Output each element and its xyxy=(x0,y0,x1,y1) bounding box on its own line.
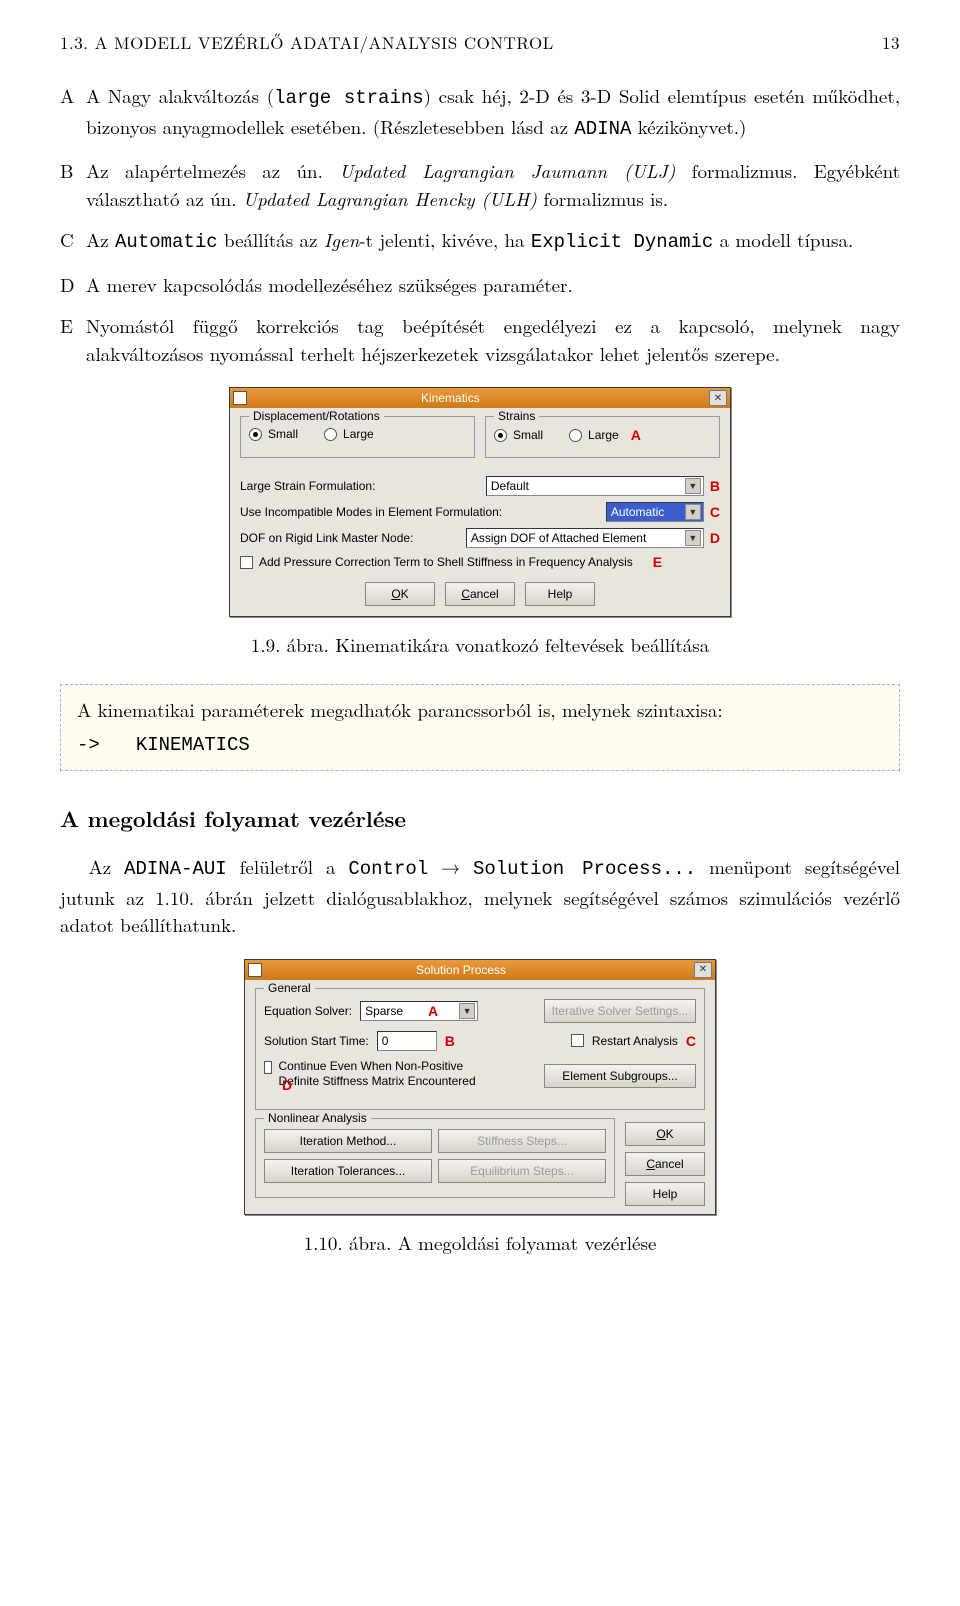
window-icon xyxy=(233,391,247,405)
solution-title: Solution Process xyxy=(266,963,506,977)
help-button[interactable]: Help xyxy=(525,582,595,606)
continue-checkbox[interactable] xyxy=(264,1061,272,1074)
header-section: 1.3. A MODELL VEZÉRLŐ ADATAI/ANALYSIS CO… xyxy=(60,30,554,54)
caption-solution: 1.10. ábra. A megoldási folyamat vezérlé… xyxy=(60,1229,900,1256)
iteration-method-button[interactable]: Iteration Method... xyxy=(264,1129,432,1153)
annot-sp-a: A xyxy=(428,1003,438,1019)
iteration-tolerances-button[interactable]: Iteration Tolerances... xyxy=(264,1159,432,1183)
solution-titlebar[interactable]: Solution Process ✕ xyxy=(245,960,715,980)
continue-label: Continue Even When Non-Positive Definite… xyxy=(278,1059,475,1089)
disp-large-radio[interactable] xyxy=(324,428,337,441)
annot-c: C xyxy=(710,504,720,520)
restart-checkbox[interactable] xyxy=(571,1034,584,1047)
list-item-a: A A Nagy alakváltozás (large strains) cs… xyxy=(60,82,900,143)
annot-sp-c: C xyxy=(686,1033,696,1049)
annot-sp-b: B xyxy=(445,1033,455,1049)
close-icon[interactable]: ✕ xyxy=(694,962,712,978)
close-icon[interactable]: ✕ xyxy=(709,390,727,406)
annot-d: D xyxy=(710,530,720,546)
list-item-d: D A merev kapcsolódás modellezéséhez szü… xyxy=(60,271,900,299)
section-heading: A megoldási folyamat vezérlése xyxy=(60,803,900,834)
kinematics-titlebar[interactable]: Kinematics ✕ xyxy=(230,388,730,408)
incomp-label: Use Incompatible Modes in Element Formul… xyxy=(240,505,502,519)
chevron-down-icon: ▼ xyxy=(685,478,701,494)
dof-label: DOF on Rigid Link Master Node: xyxy=(240,531,413,545)
ok-button[interactable]: OK xyxy=(365,582,435,606)
cancel-button[interactable]: Cancel xyxy=(625,1152,705,1176)
chevron-down-icon: ▼ xyxy=(459,1003,475,1019)
note-arrow: -> xyxy=(77,730,100,760)
eq-label: Equation Solver: xyxy=(264,1004,352,1018)
strains-large-radio[interactable] xyxy=(569,429,582,442)
note-text: A kinematikai paraméterek megadhatók par… xyxy=(77,695,883,725)
ok-button[interactable]: OK xyxy=(625,1122,705,1146)
annot-a: A xyxy=(631,427,641,443)
annot-e: E xyxy=(653,554,662,570)
element-subgroups-button[interactable]: Element Subgroups... xyxy=(544,1064,696,1088)
list-item-b: B Az alapértelmezés az ún. Updated Lagra… xyxy=(60,157,900,212)
figure-solution: Solution Process ✕ General Equation Solv… xyxy=(60,959,900,1215)
pressure-checkbox[interactable] xyxy=(240,556,253,569)
list-item-c: C Az Automatic beállítás az Igen-t jelen… xyxy=(60,226,900,257)
list-item-e: E Nyomástól függő korrekciós tag beépíté… xyxy=(60,312,900,367)
iterative-settings-button: Iterative Solver Settings... xyxy=(544,999,696,1023)
dof-combo[interactable]: Assign DOF of Attached Element ▼ xyxy=(466,528,704,548)
strains-small-label: Small xyxy=(513,428,543,442)
sst-label: Solution Start Time: xyxy=(264,1034,369,1048)
disp-legend: Displacement/Rotations xyxy=(249,409,384,423)
help-button[interactable]: Help xyxy=(625,1182,705,1206)
window-icon xyxy=(248,963,262,977)
incomp-combo[interactable]: Automatic ▼ xyxy=(606,502,704,522)
cancel-button[interactable]: Cancel xyxy=(445,582,515,606)
pressure-label: Add Pressure Correction Term to Shell St… xyxy=(259,555,633,569)
header-page-number: 13 xyxy=(882,30,900,54)
chevron-down-icon: ▼ xyxy=(685,530,701,546)
chevron-down-icon: ▼ xyxy=(685,504,701,520)
stiffness-steps-button: Stiffness Steps... xyxy=(438,1129,606,1153)
note-command: KINEMATICS xyxy=(136,730,250,760)
strains-small-radio[interactable] xyxy=(494,429,507,442)
general-legend: General xyxy=(264,981,315,995)
strains-legend: Strains xyxy=(494,409,539,423)
nonlin-legend: Nonlinear Analysis xyxy=(264,1111,371,1125)
syntax-note: A kinematikai paraméterek megadhatók par… xyxy=(60,684,900,771)
strains-large-label: Large xyxy=(588,428,619,442)
disp-small-radio[interactable] xyxy=(249,428,262,441)
solution-paragraph: Az ADINA-AUI felületről a Control → Solu… xyxy=(60,853,900,939)
sst-input[interactable]: 0 xyxy=(377,1031,437,1051)
disp-small-label: Small xyxy=(268,427,298,441)
annot-sp-d: D xyxy=(282,1077,292,1093)
figure-kinematics: Kinematics ✕ Displacement/Rotations Smal… xyxy=(60,387,900,617)
lsf-label: Large Strain Formulation: xyxy=(240,479,375,493)
eq-combo[interactable]: Sparse A ▼ xyxy=(360,1001,478,1021)
caption-kinematics: 1.9. ábra. Kinematikára vonatkozó feltev… xyxy=(60,631,900,658)
equilibrium-steps-button: Equilibrium Steps... xyxy=(438,1159,606,1183)
lsf-combo[interactable]: Default ▼ xyxy=(486,476,704,496)
page-header: 1.3. A MODELL VEZÉRLŐ ADATAI/ANALYSIS CO… xyxy=(60,30,900,54)
definition-list: A A Nagy alakváltozás (large strains) cs… xyxy=(60,82,900,367)
disp-large-label: Large xyxy=(343,427,374,441)
annot-b: B xyxy=(710,478,720,494)
kinematics-title: Kinematics xyxy=(251,391,480,405)
restart-label: Restart Analysis xyxy=(592,1034,678,1048)
